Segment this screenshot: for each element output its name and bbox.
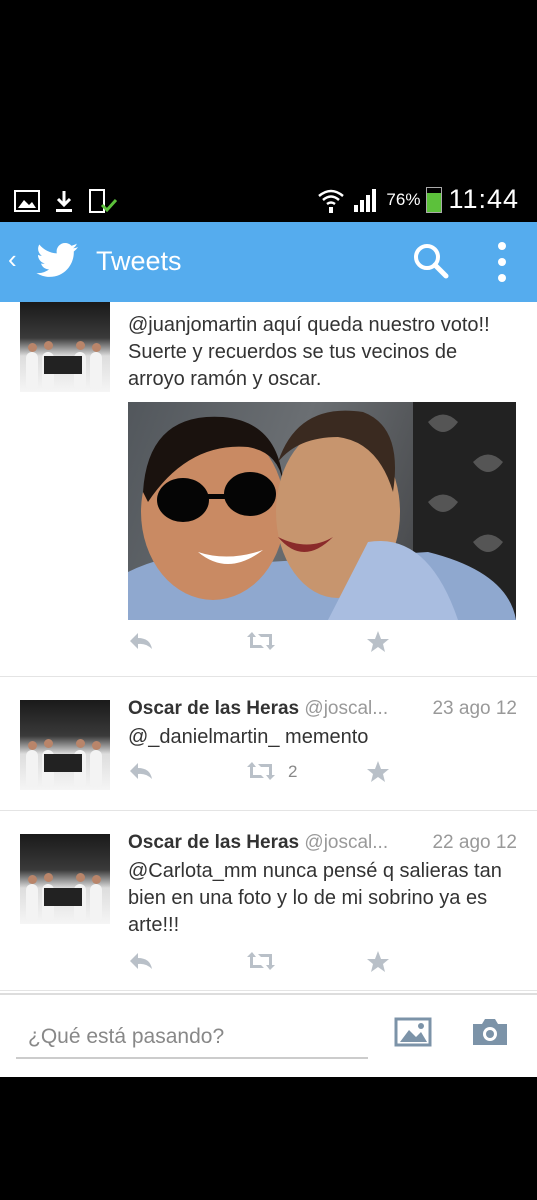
author-name[interactable]: Oscar de las Heras	[128, 832, 299, 853]
favorite-icon[interactable]	[366, 950, 390, 974]
app-bar: ‹ Tweets	[0, 222, 537, 302]
retweet-icon[interactable]	[246, 760, 276, 782]
favorite-icon[interactable]	[366, 630, 390, 654]
avatar[interactable]	[20, 302, 110, 392]
reply-icon[interactable]	[128, 760, 154, 782]
compose-bar: ¿Qué está pasando?	[0, 993, 537, 1077]
tweet-header: Oscar de las Heras @joscal...	[128, 698, 388, 720]
page-title: Tweets	[96, 246, 182, 276]
tweet-photo[interactable]	[128, 402, 516, 620]
download-notification-icon	[56, 191, 72, 212]
tweet-actions: 2	[128, 760, 408, 786]
tweet-item[interactable]: Oscar de las Heras @joscal... 22 ago 12 …	[0, 810, 537, 991]
wifi-icon	[318, 189, 345, 213]
avatar[interactable]	[20, 834, 110, 924]
twitter-bird-icon[interactable]	[36, 242, 80, 280]
tweet-item[interactable]: @juanjomartin aquí queda nuestro voto!! …	[0, 302, 537, 677]
image-icon[interactable]	[394, 1017, 432, 1047]
avatar[interactable]	[20, 700, 110, 790]
author-name[interactable]: Oscar de las Heras	[128, 698, 299, 719]
compose-underline	[16, 1057, 368, 1059]
retweet-count: 2	[288, 762, 298, 781]
tweet-actions	[128, 950, 408, 976]
overflow-menu-icon[interactable]	[496, 240, 508, 284]
author-handle[interactable]: @joscal...	[304, 698, 388, 719]
clock: 11:44	[448, 184, 519, 214]
tweet-item[interactable]: Oscar de las Heras @joscal... 23 ago 12 …	[0, 676, 537, 811]
timeline[interactable]: @juanjomartin aquí queda nuestro voto!! …	[0, 302, 537, 1075]
search-icon[interactable]	[412, 242, 450, 280]
tweet-header: Oscar de las Heras @joscal...	[128, 832, 388, 854]
retweet-icon[interactable]	[246, 630, 276, 652]
battery-icon	[426, 186, 443, 213]
camera-icon[interactable]	[470, 1017, 510, 1047]
reply-icon[interactable]	[128, 630, 154, 652]
favorite-icon[interactable]	[366, 760, 390, 784]
chevron-left-icon[interactable]: ‹	[8, 244, 17, 275]
battery-percent: 76%	[386, 189, 421, 209]
device-check-notification-icon	[89, 189, 118, 213]
tweet-text: @_danielmartin_ memento	[128, 726, 369, 748]
tweet-actions	[128, 630, 408, 656]
signal-icon	[354, 188, 377, 212]
tweet-date: 22 ago 12	[432, 832, 517, 853]
compose-input[interactable]: ¿Qué está pasando?	[28, 1025, 224, 1049]
gallery-notification-icon	[14, 190, 40, 212]
status-bar: 76% 11:44	[0, 180, 537, 222]
tweet-date: 23 ago 12	[432, 698, 517, 719]
tweet-text: @Carlota_mm nunca pensé q salieras tan b…	[128, 860, 502, 936]
reply-icon[interactable]	[128, 950, 154, 972]
retweet-icon[interactable]	[246, 950, 276, 972]
tweet-text: @juanjomartin aquí queda nuestro voto!! …	[128, 314, 490, 390]
author-handle[interactable]: @joscal...	[304, 832, 388, 853]
